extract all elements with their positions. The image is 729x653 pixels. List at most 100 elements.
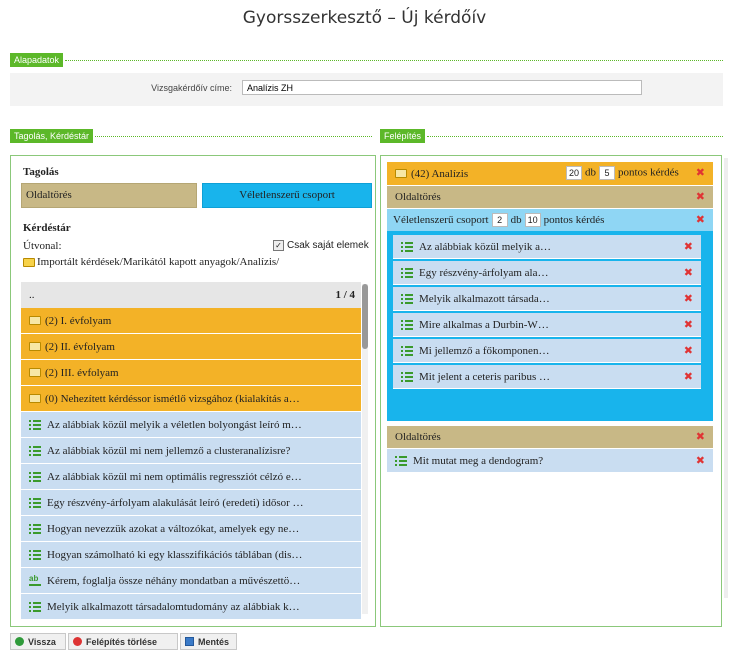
felepites-section-tag: Felépítés: [380, 129, 426, 143]
list-up-row[interactable]: .. 1 / 4: [21, 282, 361, 308]
delete-icon[interactable]: ✖: [696, 190, 705, 203]
question-text: Az alábbiak közül melyik a véletlen boly…: [47, 418, 302, 431]
save-button[interactable]: Mentés: [180, 633, 237, 650]
basics-panel: Vizsgakérdőív címe:: [10, 73, 723, 106]
folder-row[interactable]: (2) II. évfolyam: [21, 334, 361, 360]
group-question-row[interactable]: Egy részvény-árfolyam ala… ✖: [393, 261, 701, 285]
question-row[interactable]: Az alábbiak közül mi nem optimális regre…: [21, 464, 361, 490]
group-question-row[interactable]: Mi jellemző a főkomponen… ✖: [393, 339, 701, 363]
structure-header-row[interactable]: (42) Analízis 20 db 5 pontos kérdés ✖: [387, 162, 713, 186]
tagolas-section-tag: Tagolás, Kérdéstár: [10, 129, 94, 143]
section-divider: [65, 59, 723, 61]
question-row[interactable]: Az alábbiak közül mi nem jellemző a clus…: [21, 438, 361, 464]
basics-section-tag: Alapadatok: [10, 53, 64, 67]
question-row[interactable]: Az alábbiak közül melyik a véletlen boly…: [21, 412, 361, 438]
group-question-row[interactable]: Mire alkalmas a Durbin-W… ✖: [393, 313, 701, 337]
question-text: Egy részvény-árfolyam alakulását leíró (…: [47, 496, 304, 509]
question-text: Mire alkalmas a Durbin-W…: [419, 318, 549, 331]
left-panel: Tagolás Oldaltörés Véletlenszerű csoport…: [10, 155, 376, 627]
path-text: Importált kérdések/Marikától kapott anya…: [37, 256, 280, 268]
page-scrollbar[interactable]: [724, 158, 728, 598]
pager-text: 1 / 4: [335, 289, 355, 301]
basics-section-header: Alapadatok: [10, 53, 723, 67]
question-text: Hogyan nevezzük azokat a változókat, ame…: [47, 522, 300, 535]
points-label: pontos kérdés: [618, 166, 679, 179]
question-row[interactable]: Hogyan számolható ki egy klasszifikációs…: [21, 542, 361, 568]
folder-row[interactable]: (0) Nehezített kérdéssor ismétlő vizsgáh…: [21, 386, 361, 412]
list-icon: [29, 419, 41, 430]
question-count-input[interactable]: 20: [566, 166, 582, 180]
delete-icon[interactable]: ✖: [684, 266, 693, 279]
checkbox-checked-icon[interactable]: ✓: [273, 240, 284, 251]
question-row[interactable]: Mit mutat meg a dendogram? ✖: [387, 449, 713, 473]
back-button[interactable]: Vissza: [10, 633, 66, 650]
exam-title-input[interactable]: [242, 80, 642, 95]
random-group-box[interactable]: Véletlenszerű csoport 2 db 10 pontos kérdés…: [387, 209, 713, 421]
list-icon: [29, 523, 41, 534]
folder-label: (0) Nehezített kérdéssor ismétlő vizsgáh…: [45, 392, 300, 405]
structure-settings: 20 db 5 pontos kérdés: [563, 166, 679, 180]
list-icon: [401, 319, 413, 330]
oldaltores-row[interactable]: Oldaltörés ✖: [387, 186, 713, 208]
list-icon: [395, 455, 407, 466]
delete-icon[interactable]: ✖: [684, 318, 693, 331]
delete-icon[interactable]: ✖: [696, 454, 705, 467]
question-text: Melyik alkalmazott társada…: [419, 292, 550, 305]
question-text: Melyik alkalmazott társadalomtudomány az…: [47, 600, 300, 613]
right-panel: (42) Analízis 20 db 5 pontos kérdés ✖ Oldal…: [380, 155, 722, 627]
delete-icon[interactable]: ✖: [684, 370, 693, 383]
question-text: Az alábbiak közül mi nem optimális regre…: [47, 470, 302, 483]
group-count-input[interactable]: 2: [491, 213, 508, 227]
own-items-toggle[interactable]: ✓ Csak saját elemek: [273, 240, 369, 251]
question-text: Mit jelent a ceteris paribus …: [419, 370, 551, 383]
group-question-row[interactable]: Melyik alkalmazott társada… ✖: [393, 287, 701, 311]
group-question-row[interactable]: Az alábbiak közül melyik a… ✖: [393, 235, 701, 259]
parent-dir-link[interactable]: ..: [29, 289, 35, 301]
delete-icon[interactable]: ✖: [684, 240, 693, 253]
section-divider: [95, 135, 372, 137]
delete-icon[interactable]: ✖: [696, 430, 705, 443]
list-icon: [29, 471, 41, 482]
save-label: Mentés: [198, 636, 230, 647]
tagolas-title: Tagolás: [23, 166, 59, 178]
points-input[interactable]: 5: [599, 166, 615, 180]
question-row[interactable]: ab Kérem, foglalja össze néhány mondatban…: [21, 568, 361, 594]
question-text: Az alábbiak közül mi nem jellemző a clus…: [47, 444, 291, 457]
list-icon: [29, 549, 41, 560]
group-question-row[interactable]: Mit jelent a ceteris paribus … ✖: [393, 365, 701, 389]
oldaltores-row[interactable]: Oldaltörés ✖: [387, 426, 713, 448]
kerdestar-title: Kérdéstár: [23, 222, 71, 234]
delete-structure-label: Felépítés törlése: [86, 636, 158, 647]
delete-icon[interactable]: ✖: [696, 166, 705, 179]
oldaltores-draggable[interactable]: Oldaltörés: [21, 183, 197, 208]
structure-title: (42) Analízis: [411, 167, 469, 180]
folder-icon: [29, 394, 41, 403]
folder-icon: [29, 368, 41, 377]
folder-row[interactable]: (2) III. évfolyam: [21, 360, 361, 386]
page-title: Gyorsszerkesztő – Új kérdőív: [242, 8, 487, 28]
delete-structure-button[interactable]: Felépítés törlése: [68, 633, 178, 650]
delete-icon[interactable]: ✖: [684, 344, 693, 357]
veletlen-csoport-draggable[interactable]: Véletlenszerű csoport: [202, 183, 372, 208]
tagolas-section-header: Tagolás, Kérdéstár: [10, 129, 372, 143]
folder-label: (2) III. évfolyam: [45, 366, 119, 379]
list-icon: [401, 345, 413, 356]
question-text: Kérem, foglalja össze néhány mondatban a…: [47, 574, 301, 587]
delete-icon[interactable]: ✖: [696, 213, 705, 226]
delete-icon[interactable]: ✖: [684, 292, 693, 305]
text-answer-icon: ab: [29, 575, 41, 586]
group-points-input[interactable]: 10: [524, 213, 541, 227]
list-scrollbar-thumb[interactable]: [362, 284, 368, 349]
utvonal-label: Útvonal:: [23, 240, 62, 252]
back-label: Vissza: [28, 636, 56, 647]
question-row[interactable]: Hogyan nevezzük azokat a változókat, ame…: [21, 516, 361, 542]
folder-icon: [29, 342, 41, 351]
folder-row[interactable]: (2) I. évfolyam: [21, 308, 361, 334]
question-text: Mit mutat meg a dendogram?: [413, 454, 544, 467]
own-items-label: Csak saját elemek: [287, 240, 369, 251]
folder-icon: [23, 257, 35, 267]
list-icon: [401, 371, 413, 382]
group-label: Véletlenszerű csoport: [393, 214, 489, 226]
question-row[interactable]: Egy részvény-árfolyam alakulását leíró (…: [21, 490, 361, 516]
question-row[interactable]: Melyik alkalmazott társadalomtudomány az…: [21, 594, 361, 620]
